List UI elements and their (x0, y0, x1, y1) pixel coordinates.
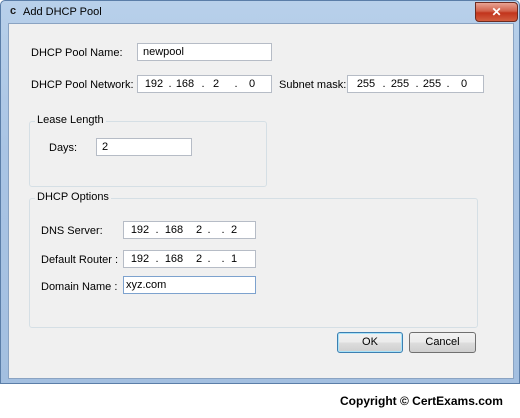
pool-network-octet-3: 2 (212, 78, 220, 90)
cancel-button[interactable]: Cancel (409, 332, 476, 353)
pool-network-octet-4: 0 (248, 78, 256, 90)
octet-separator: . (155, 224, 159, 236)
pool-name-value: newpool (143, 46, 184, 58)
dhcp-options-legend: DHCP Options (35, 191, 111, 203)
pool-network-label: DHCP Pool Network: (31, 79, 134, 91)
dns-server-label: DNS Server: (41, 225, 103, 237)
pool-network-octet-2: 168 (175, 78, 195, 90)
subnet-octet-4: 0 (460, 78, 468, 90)
days-input[interactable]: 2 (96, 138, 192, 156)
dns-octet-3: 2 (195, 224, 203, 236)
days-value: 2 (102, 141, 109, 153)
octet-separator: . (155, 253, 159, 265)
close-icon: ✕ (491, 5, 502, 19)
router-octet-3: 2 (195, 253, 203, 265)
subnet-octet-2: 255 (390, 78, 410, 90)
close-button[interactable]: ✕ (475, 2, 518, 22)
pool-network-octet-1: 192 (144, 78, 164, 90)
router-octet-1: 192 (130, 253, 150, 265)
pool-name-label: DHCP Pool Name: (31, 47, 123, 59)
octet-separator: . (446, 78, 450, 90)
octet-separator: . (382, 78, 386, 90)
title-bar[interactable]: c Add DHCP Pool ✕ (1, 1, 519, 23)
subnet-mask-label: Subnet mask: (279, 79, 347, 91)
subnet-octet-3: 255 (422, 78, 442, 90)
domain-name-label: Domain Name : (41, 281, 118, 293)
copyright-footer: Copyright © CertExams.com (340, 394, 503, 408)
window-title: Add DHCP Pool (23, 6, 102, 18)
app-icon: c (9, 5, 17, 17)
subnet-octet-1: 255 (356, 78, 376, 90)
dns-server-ip-input[interactable]: 192 . 168 . 2 . 2 (123, 221, 256, 239)
router-octet-4: 1 (230, 253, 238, 265)
domain-name-value: xyz.com (126, 279, 167, 291)
octet-separator: . (234, 78, 238, 90)
default-router-ip-input[interactable]: 192 . 168 . 2 . 1 (123, 250, 256, 268)
dialog-window: c Add DHCP Pool ✕ DHCP Pool Name: newpoo… (0, 0, 520, 384)
dns-octet-1: 192 (130, 224, 150, 236)
dialog-client-area: DHCP Pool Name: newpool DHCP Pool Networ… (8, 23, 514, 379)
pool-name-input[interactable]: newpool (137, 43, 272, 61)
default-router-label: Default Router : (41, 254, 119, 266)
subnet-mask-ip-input[interactable]: 255 . 255 . 255 . 0 (347, 75, 484, 93)
days-label: Days: (49, 142, 78, 154)
dns-octet-4: 2 (230, 224, 238, 236)
ok-button[interactable]: OK (337, 332, 403, 353)
domain-name-input[interactable]: xyz.com (123, 276, 256, 294)
router-octet-2: 168 (164, 253, 184, 265)
lease-length-legend: Lease Length (35, 114, 106, 126)
dns-octet-2: 168 (164, 224, 184, 236)
pool-network-ip-input[interactable]: 192 . 168 . 2 . 0 (137, 75, 272, 93)
